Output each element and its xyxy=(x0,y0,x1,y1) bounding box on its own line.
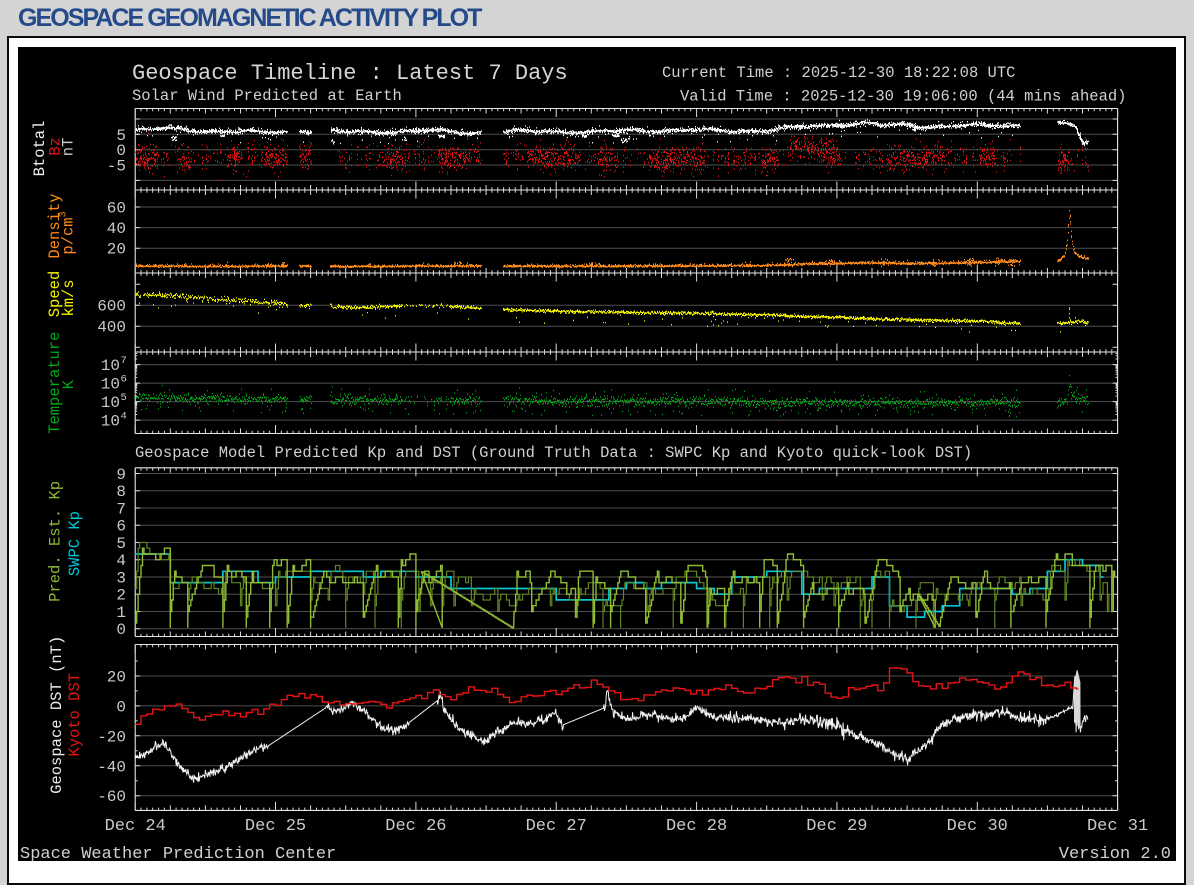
svg-text:Geospace Timeline : Latest 7 D: Geospace Timeline : Latest 7 Days xyxy=(132,61,568,86)
svg-text:p/cm3: p/cm3 xyxy=(58,211,78,254)
svg-text:40: 40 xyxy=(107,220,126,238)
svg-text:Space Weather Prediction Cente: Space Weather Prediction Center xyxy=(20,845,336,861)
svg-text:Dec 29: Dec 29 xyxy=(806,817,867,836)
svg-text:SWPC Kp: SWPC Kp xyxy=(66,511,84,576)
svg-text:km/s: km/s xyxy=(60,279,78,316)
svg-text:6: 6 xyxy=(116,518,126,536)
svg-text:1: 1 xyxy=(116,604,126,622)
svg-text:7: 7 xyxy=(121,355,127,367)
svg-text:0: 0 xyxy=(116,698,126,716)
svg-text:10: 10 xyxy=(101,357,120,375)
svg-text:10: 10 xyxy=(101,376,120,394)
svg-text:Kyoto DST: Kyoto DST xyxy=(66,673,84,757)
svg-text:600: 600 xyxy=(97,298,126,316)
svg-text:Geospace DST (nT): Geospace DST (nT) xyxy=(48,636,66,794)
svg-text:5: 5 xyxy=(116,535,126,553)
svg-text:0: 0 xyxy=(116,621,126,639)
svg-text:-20: -20 xyxy=(97,728,126,746)
svg-text:Version 2.0: Version 2.0 xyxy=(1059,845,1171,861)
svg-text:Geospace Model Predicted Kp an: Geospace Model Predicted Kp and DST (Gro… xyxy=(135,444,972,462)
svg-text:Dec 25: Dec 25 xyxy=(245,817,306,836)
svg-text:7: 7 xyxy=(116,500,126,518)
svg-text:9: 9 xyxy=(116,466,126,484)
svg-text:Dec 31: Dec 31 xyxy=(1087,817,1148,836)
svg-text:-5: -5 xyxy=(107,158,126,176)
svg-text:3: 3 xyxy=(116,569,126,587)
svg-text:Pred. Est. Kp: Pred. Est. Kp xyxy=(47,481,65,602)
svg-text:Dec 24: Dec 24 xyxy=(105,817,166,836)
svg-text:5: 5 xyxy=(121,392,127,404)
svg-text:-40: -40 xyxy=(97,758,126,776)
svg-text:Solar Wind Predicted at Earth: Solar Wind Predicted at Earth xyxy=(132,87,402,105)
svg-text:Dec 26: Dec 26 xyxy=(385,817,446,836)
svg-text:10: 10 xyxy=(101,394,120,412)
svg-text:8: 8 xyxy=(116,483,126,501)
svg-text:Current Time : 2025-12-30 18:2: Current Time : 2025-12-30 18:22:08 UTC xyxy=(662,64,1015,82)
svg-text:4: 4 xyxy=(121,411,127,423)
svg-text:400: 400 xyxy=(97,319,126,337)
svg-text:10: 10 xyxy=(101,413,120,431)
svg-text:20: 20 xyxy=(107,241,126,259)
svg-text:4: 4 xyxy=(116,552,126,570)
svg-text:nT: nT xyxy=(60,138,78,157)
svg-text:6: 6 xyxy=(121,374,127,386)
svg-text:Dec 28: Dec 28 xyxy=(666,817,727,836)
svg-text:Valid Time : 2025-12-30 19:06:: Valid Time : 2025-12-30 19:06:00 (44 min… xyxy=(680,88,1126,106)
svg-text:Dec 30: Dec 30 xyxy=(947,817,1008,836)
svg-text:Dec 27: Dec 27 xyxy=(526,817,587,836)
svg-text:60: 60 xyxy=(107,200,126,218)
svg-text:K: K xyxy=(60,379,78,389)
svg-text:-60: -60 xyxy=(97,788,126,806)
svg-text:2: 2 xyxy=(116,587,126,605)
svg-text:20: 20 xyxy=(107,668,126,686)
